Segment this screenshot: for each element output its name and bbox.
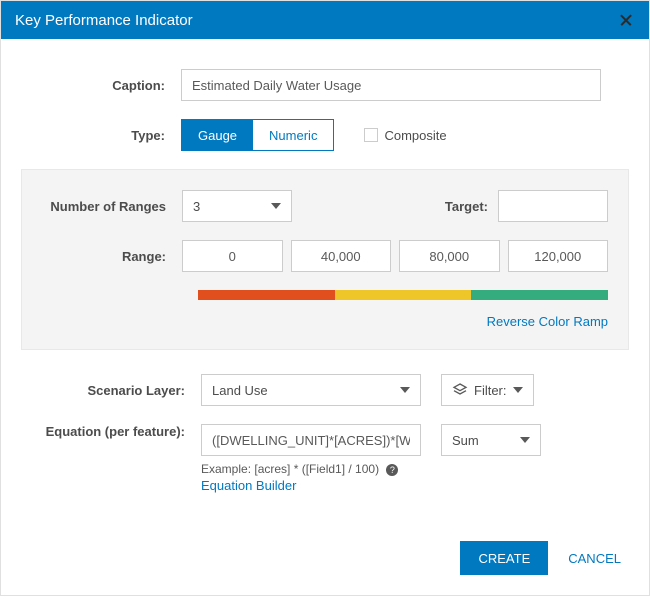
scenario-layer-label: Scenario Layer: — [21, 383, 201, 398]
type-toggle: Gauge Numeric — [181, 119, 334, 151]
type-gauge-button[interactable]: Gauge — [182, 120, 253, 150]
range-label: Range: — [42, 249, 182, 264]
color-ramp — [198, 290, 608, 300]
dialog-title: Key Performance Indicator — [15, 12, 193, 29]
scenario-layer-value: Land Use — [212, 383, 268, 398]
chevron-down-icon — [520, 437, 530, 443]
ramp-segment-2 — [471, 290, 608, 300]
ramp-segment-1 — [335, 290, 472, 300]
target-label: Target: — [445, 199, 488, 214]
title-bar: Key Performance Indicator — [1, 1, 649, 39]
type-label: Type: — [21, 128, 181, 143]
range-input-1[interactable] — [291, 240, 392, 272]
equation-label: Equation (per feature): — [21, 424, 201, 441]
equation-builder-link[interactable]: Equation Builder — [201, 478, 296, 493]
equation-input[interactable] — [201, 424, 421, 456]
gauge-panel: Number of Ranges 3 Target: Range: — [21, 169, 629, 350]
aggregation-value: Sum — [452, 433, 479, 448]
create-button[interactable]: CREATE — [460, 541, 548, 575]
aggregation-select[interactable]: Sum — [441, 424, 541, 456]
range-input-2[interactable] — [399, 240, 500, 272]
cancel-button[interactable]: CANCEL — [560, 551, 629, 566]
num-ranges-select[interactable]: 3 — [182, 190, 292, 222]
num-ranges-value: 3 — [193, 199, 200, 214]
chevron-down-icon — [271, 203, 281, 209]
checkbox-icon — [364, 128, 378, 142]
ramp-segment-0 — [198, 290, 335, 300]
chevron-down-icon — [513, 387, 523, 393]
kpi-dialog: Key Performance Indicator Caption: Type:… — [0, 0, 650, 596]
composite-label: Composite — [384, 128, 446, 143]
caption-label: Caption: — [21, 78, 181, 93]
num-ranges-label: Number of Ranges — [42, 199, 182, 214]
help-icon[interactable]: ? — [386, 464, 398, 476]
dialog-buttons: CREATE CANCEL — [1, 521, 649, 595]
filter-label: Filter: — [474, 383, 507, 398]
scenario-layer-select[interactable]: Land Use — [201, 374, 421, 406]
type-numeric-button[interactable]: Numeric — [253, 120, 333, 150]
reverse-ramp-link[interactable]: Reverse Color Ramp — [487, 314, 608, 329]
close-icon[interactable] — [617, 11, 635, 29]
target-input[interactable] — [498, 190, 608, 222]
range-input-3[interactable] — [508, 240, 609, 272]
layers-icon — [452, 382, 468, 398]
caption-input[interactable] — [181, 69, 601, 101]
chevron-down-icon — [400, 387, 410, 393]
range-input-0[interactable] — [182, 240, 283, 272]
composite-checkbox[interactable]: Composite — [364, 128, 446, 143]
equation-example: Example: [acres] * ([Field1] / 100) — [201, 462, 379, 476]
filter-button[interactable]: Filter: — [441, 374, 534, 406]
dialog-content: Caption: Type: Gauge Numeric Composite N… — [1, 39, 649, 521]
